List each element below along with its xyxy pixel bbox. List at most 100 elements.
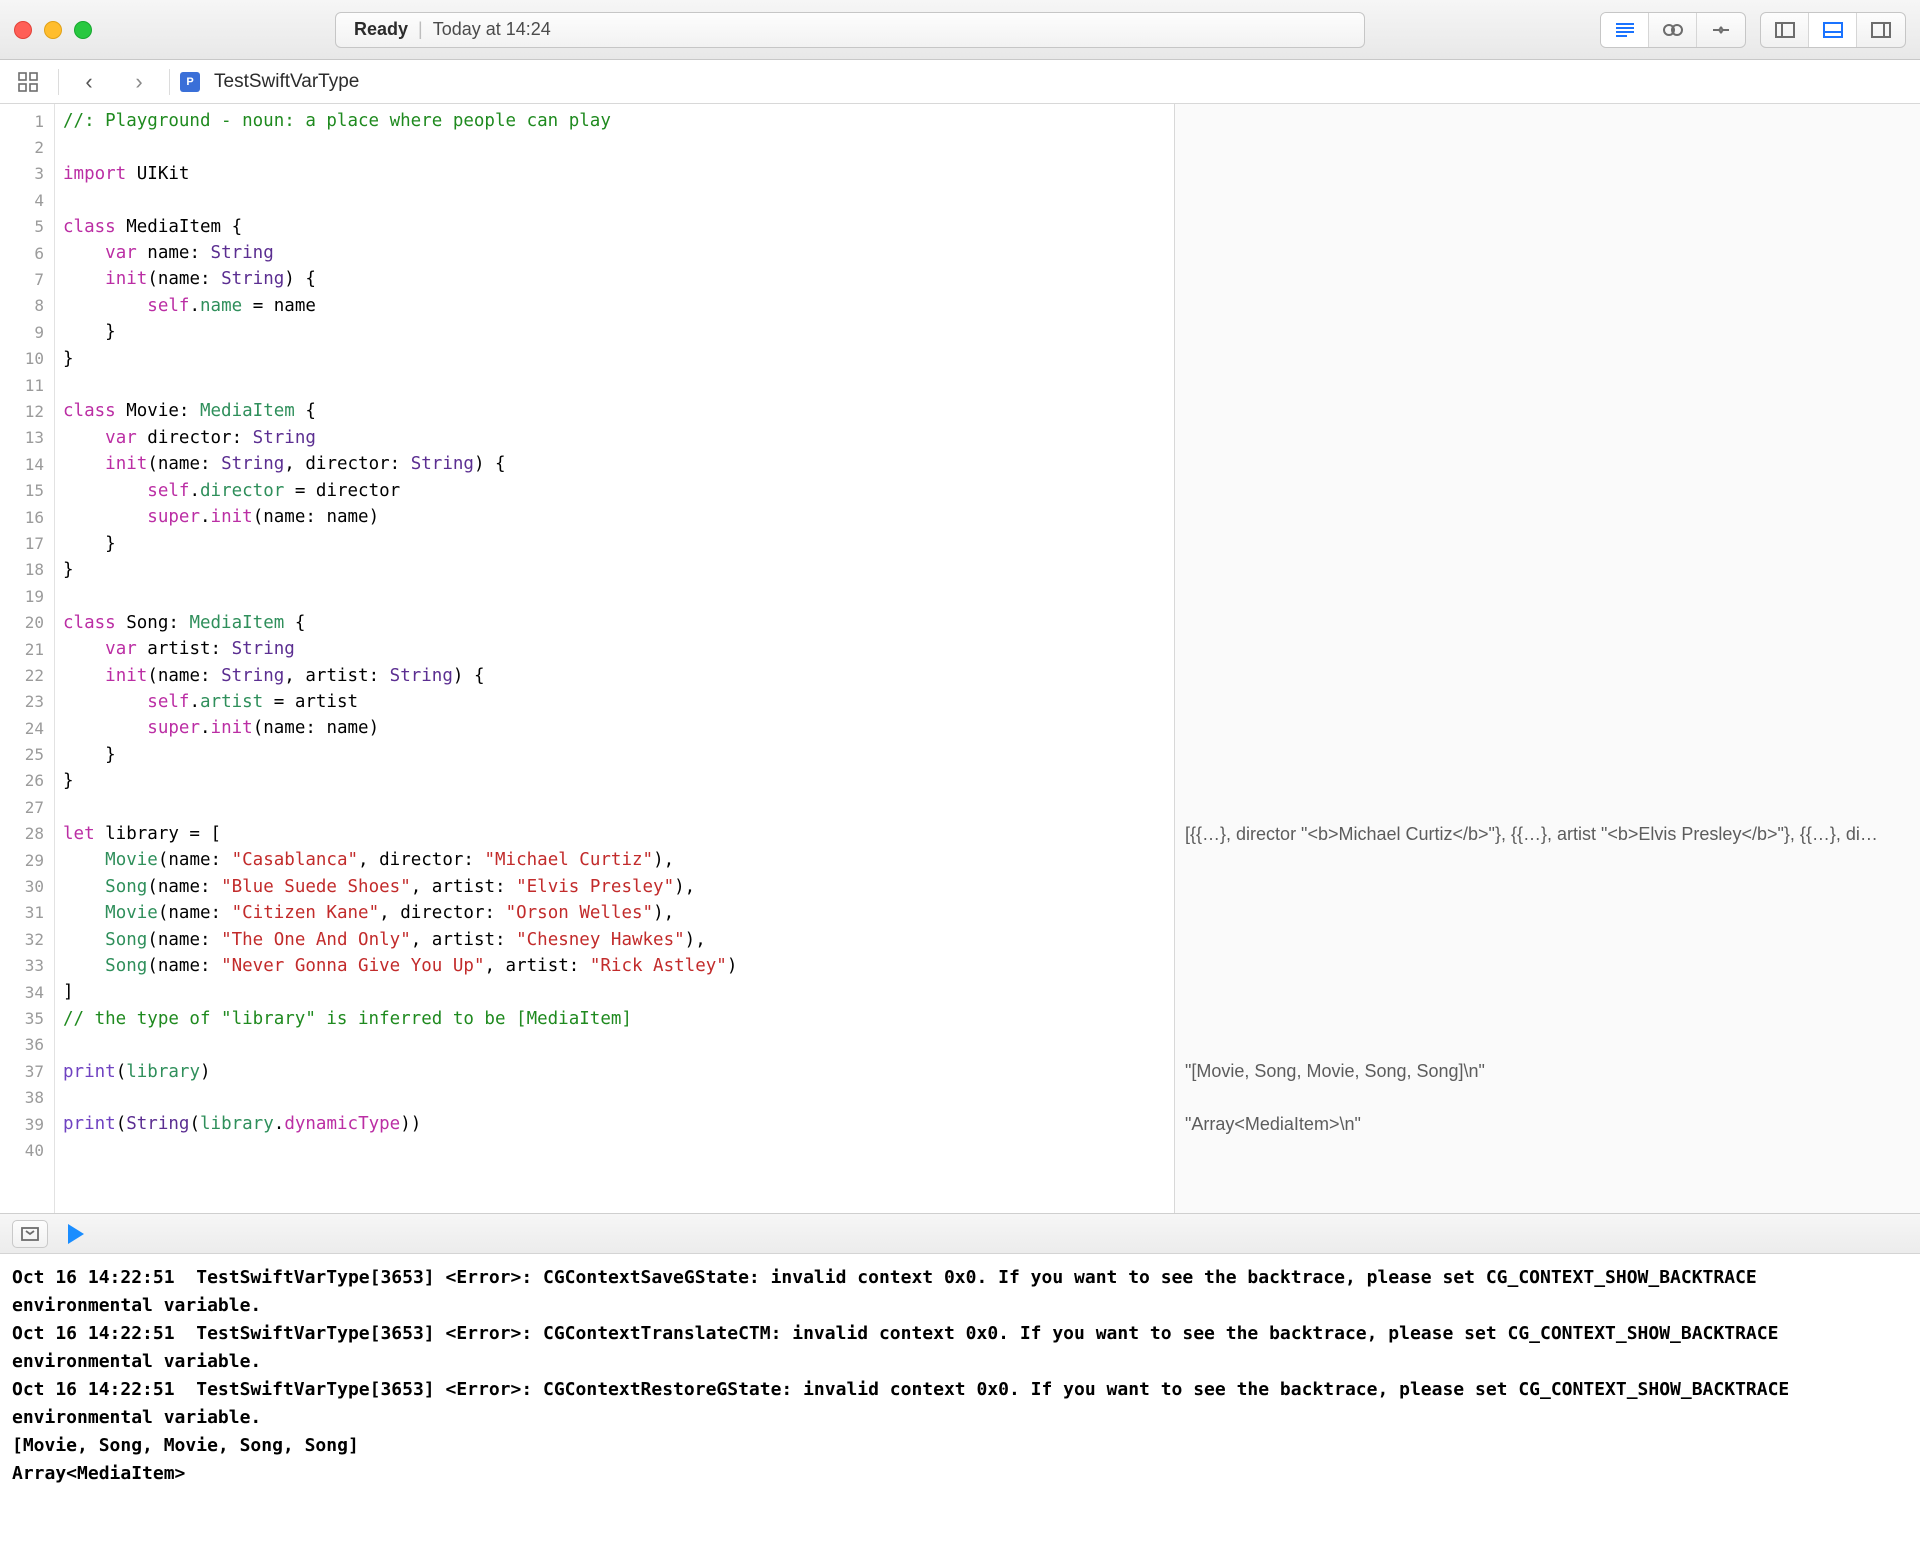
history-forward-button[interactable]: › bbox=[119, 67, 159, 97]
result-line[interactable] bbox=[1185, 583, 1910, 609]
result-line[interactable] bbox=[1185, 214, 1910, 240]
result-line[interactable] bbox=[1185, 372, 1910, 398]
code-line[interactable] bbox=[63, 1138, 1174, 1164]
code-line[interactable]: print(String(library.dynamicType)) bbox=[63, 1111, 1174, 1137]
result-line[interactable] bbox=[1185, 741, 1910, 767]
result-line[interactable] bbox=[1185, 451, 1910, 477]
result-line[interactable] bbox=[1185, 689, 1910, 715]
result-line[interactable]: "[Movie, Song, Movie, Song, Song]\n" bbox=[1185, 1058, 1910, 1084]
code-line[interactable]: } bbox=[63, 742, 1174, 768]
code-line[interactable] bbox=[63, 1085, 1174, 1111]
result-line[interactable] bbox=[1185, 636, 1910, 662]
result-line[interactable] bbox=[1185, 1137, 1910, 1163]
code-line[interactable]: self.name = name bbox=[63, 293, 1174, 319]
code-line[interactable]: let library = [ bbox=[63, 821, 1174, 847]
result-line[interactable] bbox=[1185, 926, 1910, 952]
result-line[interactable] bbox=[1185, 794, 1910, 820]
toggle-utilities-button[interactable] bbox=[1857, 13, 1905, 47]
code-line[interactable]: class Movie: MediaItem { bbox=[63, 398, 1174, 424]
code-line[interactable]: self.director = director bbox=[63, 478, 1174, 504]
result-line[interactable] bbox=[1185, 346, 1910, 372]
result-line[interactable] bbox=[1185, 240, 1910, 266]
code-line[interactable]: super.init(name: name) bbox=[63, 715, 1174, 741]
code-line[interactable]: Song(name: "Blue Suede Shoes", artist: "… bbox=[63, 874, 1174, 900]
result-line[interactable]: "Array<MediaItem>\n" bbox=[1185, 1111, 1910, 1137]
result-line[interactable] bbox=[1185, 900, 1910, 926]
result-line[interactable] bbox=[1185, 715, 1910, 741]
standard-editor-button[interactable] bbox=[1601, 13, 1649, 47]
code-line[interactable]: init(name: String, artist: String) { bbox=[63, 663, 1174, 689]
code-line[interactable]: } bbox=[63, 319, 1174, 345]
result-line[interactable] bbox=[1185, 873, 1910, 899]
run-playground-button[interactable] bbox=[68, 1224, 84, 1244]
result-line[interactable] bbox=[1185, 1005, 1910, 1031]
result-line[interactable] bbox=[1185, 557, 1910, 583]
code-line[interactable]: init(name: String, director: String) { bbox=[63, 451, 1174, 477]
activity-viewer[interactable]: Ready | Today at 14:24 bbox=[335, 12, 1365, 48]
code-line[interactable]: var artist: String bbox=[63, 636, 1174, 662]
result-line[interactable] bbox=[1185, 1032, 1910, 1058]
code-line[interactable]: Song(name: "The One And Only", artist: "… bbox=[63, 927, 1174, 953]
code-line[interactable]: Movie(name: "Citizen Kane", director: "O… bbox=[63, 900, 1174, 926]
code-line[interactable] bbox=[63, 372, 1174, 398]
result-line[interactable] bbox=[1185, 953, 1910, 979]
code-line[interactable] bbox=[63, 795, 1174, 821]
code-line[interactable] bbox=[63, 187, 1174, 213]
code-line[interactable]: } bbox=[63, 531, 1174, 557]
code-line[interactable]: self.artist = artist bbox=[63, 689, 1174, 715]
code-line[interactable]: var name: String bbox=[63, 240, 1174, 266]
source-editor[interactable]: 1234567891011121314151617181920212223242… bbox=[0, 104, 1175, 1213]
code-line[interactable]: } bbox=[63, 346, 1174, 372]
minimize-window-button[interactable] bbox=[44, 21, 62, 39]
code-line[interactable]: class Song: MediaItem { bbox=[63, 610, 1174, 636]
code-line[interactable]: } bbox=[63, 557, 1174, 583]
code-line[interactable] bbox=[63, 134, 1174, 160]
result-line[interactable] bbox=[1185, 187, 1910, 213]
related-items-button[interactable] bbox=[8, 67, 48, 97]
console-output[interactable]: Oct 16 14:22:51 TestSwiftVarType[3653] <… bbox=[0, 1254, 1920, 1554]
result-line[interactable] bbox=[1185, 319, 1910, 345]
results-sidebar[interactable]: [{{…}, director "<b>Michael Curtiz</b>"}… bbox=[1175, 104, 1920, 1213]
history-back-button[interactable]: ‹ bbox=[69, 67, 109, 97]
toggle-console-button[interactable] bbox=[12, 1220, 48, 1248]
code-line[interactable]: } bbox=[63, 768, 1174, 794]
code-line[interactable]: ] bbox=[63, 979, 1174, 1005]
code-line[interactable] bbox=[63, 583, 1174, 609]
close-window-button[interactable] bbox=[14, 21, 32, 39]
result-line[interactable] bbox=[1185, 108, 1910, 134]
toggle-debug-area-button[interactable] bbox=[1809, 13, 1857, 47]
result-line[interactable] bbox=[1185, 979, 1910, 1005]
result-line[interactable] bbox=[1185, 398, 1910, 424]
result-line[interactable] bbox=[1185, 504, 1910, 530]
result-line[interactable] bbox=[1185, 477, 1910, 503]
code-line[interactable]: super.init(name: name) bbox=[63, 504, 1174, 530]
code-line[interactable]: Song(name: "Never Gonna Give You Up", ar… bbox=[63, 953, 1174, 979]
code-line[interactable]: init(name: String) { bbox=[63, 266, 1174, 292]
toggle-navigator-button[interactable] bbox=[1761, 13, 1809, 47]
code-line[interactable]: print(library) bbox=[63, 1059, 1174, 1085]
result-line[interactable]: [{{…}, director "<b>Michael Curtiz</b>"}… bbox=[1185, 821, 1910, 847]
result-line[interactable] bbox=[1185, 293, 1910, 319]
result-line[interactable] bbox=[1185, 609, 1910, 635]
code-line[interactable]: // the type of "library" is inferred to … bbox=[63, 1006, 1174, 1032]
code-area[interactable]: //: Playground - noun: a place where peo… bbox=[55, 104, 1174, 1213]
zoom-window-button[interactable] bbox=[74, 21, 92, 39]
result-line[interactable] bbox=[1185, 134, 1910, 160]
file-path-item[interactable]: TestSwiftVarType bbox=[214, 71, 359, 93]
version-editor-button[interactable] bbox=[1697, 13, 1745, 47]
code-line[interactable]: import UIKit bbox=[63, 161, 1174, 187]
result-line[interactable] bbox=[1185, 530, 1910, 556]
result-line[interactable] bbox=[1185, 1084, 1910, 1110]
code-line[interactable] bbox=[63, 1032, 1174, 1058]
result-line[interactable] bbox=[1185, 266, 1910, 292]
result-line[interactable] bbox=[1185, 662, 1910, 688]
code-line[interactable]: Movie(name: "Casablanca", director: "Mic… bbox=[63, 847, 1174, 873]
assistant-editor-button[interactable] bbox=[1649, 13, 1697, 47]
code-line[interactable]: //: Playground - noun: a place where peo… bbox=[63, 108, 1174, 134]
result-line[interactable] bbox=[1185, 768, 1910, 794]
result-line[interactable] bbox=[1185, 425, 1910, 451]
code-line[interactable]: class MediaItem { bbox=[63, 214, 1174, 240]
result-line[interactable] bbox=[1185, 161, 1910, 187]
code-line[interactable]: var director: String bbox=[63, 425, 1174, 451]
result-line[interactable] bbox=[1185, 847, 1910, 873]
